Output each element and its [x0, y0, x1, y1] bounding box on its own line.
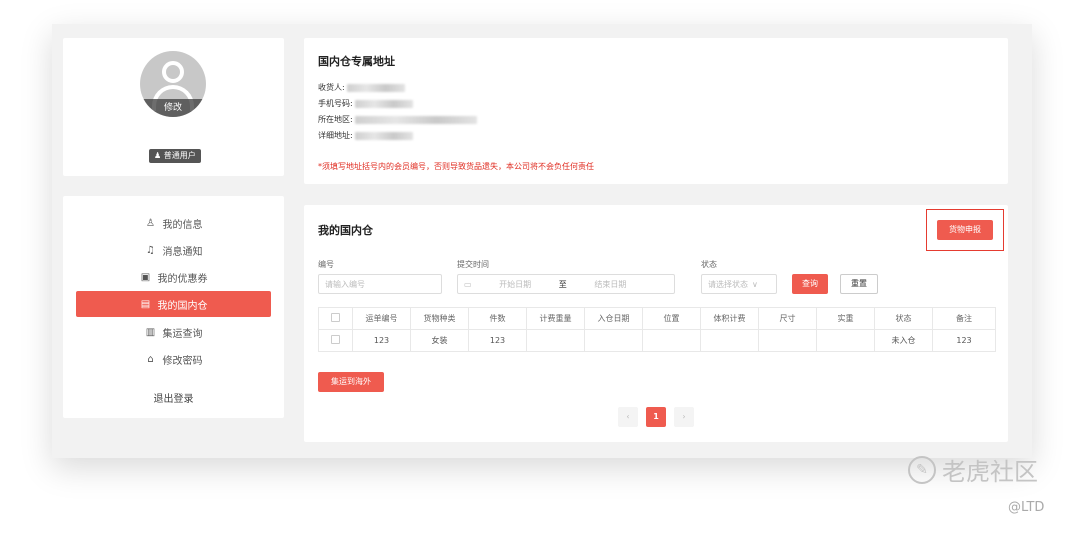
column-header: 位置 [642, 307, 701, 330]
ship-overseas-button[interactable]: 集运到海外 [318, 372, 384, 392]
id-input[interactable]: 请输入编号 [318, 274, 442, 294]
avatar-head-icon [162, 61, 184, 83]
start-date-placeholder: 开始日期 [499, 279, 532, 289]
domestic-warehouse-card: 我的国内仓 货物申报 编号 请输入编号 提交时间 ▭ 开始日期 至 结束日期 状… [304, 205, 1008, 442]
phone-value-blurred [354, 99, 413, 108]
column-header: 计费重量 [526, 307, 585, 330]
column-header: 入仓日期 [584, 307, 643, 330]
sidebar-item-domestic-warehouse[interactable]: ▤ 我的国内仓 [76, 291, 271, 317]
column-header: 货物种类 [410, 307, 469, 330]
sidebar-menu: ♙ 我的信息 ♫ 消息通知 ▣ 我的优惠券 ▤ 我的国内仓 ▥ 集运查询 ⌂ 修… [63, 196, 284, 418]
detail-address-row: 详细地址: [318, 130, 413, 141]
cargo-table: 运单编号 货物种类 件数 计费重量 入仓日期 位置 体积计费 尺寸 实重 状态 … [318, 307, 996, 352]
sidebar-item-my-info[interactable]: ♙ 我的信息 [76, 210, 271, 236]
declare-highlight-box: 货物申报 [926, 209, 1004, 251]
status-filter-label: 状态 [701, 260, 717, 269]
table-cell: 123 [468, 329, 527, 352]
region-value-blurred [354, 115, 477, 124]
phone-label: 手机号码: [318, 99, 353, 108]
calendar-icon: ▭ [464, 279, 472, 289]
user-level-label: 普通用户 [163, 151, 196, 160]
table-row[interactable]: 123 女装 123 未入仓 123 [318, 329, 996, 352]
tiger-logo-icon: ✎ [908, 455, 936, 484]
watermark-text: 老虎社区 [942, 458, 1038, 486]
app-window: 修改 ♟ 普通用户 ♙ 我的信息 ♫ 消息通知 ▣ 我的优惠券 ▤ 我的国内仓 … [52, 24, 1032, 458]
table-cell [816, 329, 875, 352]
id-filter-label: 编号 [318, 260, 334, 269]
row-select-cell [318, 329, 353, 352]
reset-button[interactable]: 重置 [840, 274, 878, 294]
table-cell: 女装 [410, 329, 469, 352]
warehouse-address-card: 国内仓专属地址 收货人: 手机号码: 所在地区: 详细地址: *须填写地址括号内… [304, 38, 1008, 184]
row-checkbox[interactable] [331, 335, 340, 344]
table-cell: 123 [352, 329, 411, 352]
logout-link[interactable]: 退出登录 [63, 390, 284, 405]
column-header: 件数 [468, 307, 527, 330]
column-header: 备注 [932, 307, 996, 330]
avatar[interactable]: 修改 [140, 51, 206, 117]
end-date-placeholder: 结束日期 [594, 279, 627, 289]
sidebar-item-label: 我的优惠券 [157, 273, 208, 285]
query-button[interactable]: 查询 [792, 274, 828, 294]
coupon-icon: ▣ [140, 271, 151, 283]
sidebar-item-label: 我的信息 [162, 219, 203, 231]
watermark: ✎ 老虎社区 [908, 452, 1038, 487]
table-cell [700, 329, 759, 352]
column-header: 状态 [874, 307, 933, 330]
table-cell [526, 329, 585, 352]
address-warning: *须填写地址括号内的会员编号，否则导致货品遗失，本公司将不会负任何责任 [318, 162, 594, 171]
bell-icon: ♫ [146, 244, 155, 256]
table-cell: 123 [932, 329, 996, 352]
phone-row: 手机号码: [318, 98, 413, 109]
sidebar-item-coupons[interactable]: ▣ 我的优惠券 [76, 264, 271, 290]
status-select-placeholder: 请选择状态 [708, 279, 748, 289]
next-page-button[interactable]: › [674, 407, 694, 427]
table-cell [642, 329, 701, 352]
id-input-placeholder: 请输入编号 [325, 279, 365, 289]
chevron-down-icon: ∨ [752, 279, 758, 289]
select-all-checkbox[interactable] [331, 313, 340, 322]
detail-address-label: 详细地址: [318, 131, 353, 140]
sidebar-item-shipping-query[interactable]: ▥ 集运查询 [76, 319, 271, 345]
column-header: 尺寸 [758, 307, 817, 330]
submit-time-label: 提交时间 [457, 260, 489, 269]
user-icon: ♙ [146, 217, 155, 229]
column-header: 体积计费 [700, 307, 759, 330]
declare-goods-button[interactable]: 货物申报 [937, 220, 993, 240]
select-all-cell [318, 307, 353, 330]
region-label: 所在地区: [318, 115, 353, 124]
receiver-label: 收货人: [318, 83, 345, 92]
table-cell: 未入仓 [874, 329, 933, 352]
user-level-badge: ♟ 普通用户 [149, 149, 201, 163]
date-range-separator: 至 [558, 279, 567, 289]
sidebar-item-label: 修改密码 [162, 355, 203, 367]
lock-icon: ⌂ [147, 353, 154, 365]
table-cell [584, 329, 643, 352]
table-header-row: 运单编号 货物种类 件数 计费重量 入仓日期 位置 体积计费 尺寸 实重 状态 … [318, 307, 996, 330]
column-header: 运单编号 [352, 307, 411, 330]
sidebar-item-label: 集运查询 [162, 328, 203, 340]
warehouse-title: 我的国内仓 [318, 224, 373, 237]
status-select[interactable]: 请选择状态 ∨ [701, 274, 777, 294]
receiver-value-blurred [346, 83, 405, 92]
warehouse-icon: ▤ [140, 298, 151, 310]
address-title: 国内仓专属地址 [318, 55, 395, 68]
sidebar-item-label: 我的国内仓 [157, 300, 208, 312]
page-1-button[interactable]: 1 [646, 407, 666, 427]
shipping-icon: ▥ [145, 326, 156, 338]
region-row: 所在地区: [318, 114, 477, 125]
detail-address-value-blurred [354, 131, 413, 140]
person-icon: ♟ [154, 151, 162, 160]
watermark-author: @LTD [1008, 500, 1045, 515]
sidebar-item-label: 消息通知 [162, 246, 203, 258]
sidebar-item-change-password[interactable]: ⌂ 修改密码 [76, 346, 271, 372]
prev-page-button[interactable]: ‹ [618, 407, 638, 427]
profile-card: 修改 ♟ 普通用户 [63, 38, 284, 176]
column-header: 实重 [816, 307, 875, 330]
avatar-edit-button[interactable]: 修改 [140, 99, 206, 117]
table-cell [758, 329, 817, 352]
receiver-row: 收货人: [318, 82, 405, 93]
date-range-picker[interactable]: ▭ 开始日期 至 结束日期 [457, 274, 675, 294]
sidebar-item-notifications[interactable]: ♫ 消息通知 [76, 237, 271, 263]
